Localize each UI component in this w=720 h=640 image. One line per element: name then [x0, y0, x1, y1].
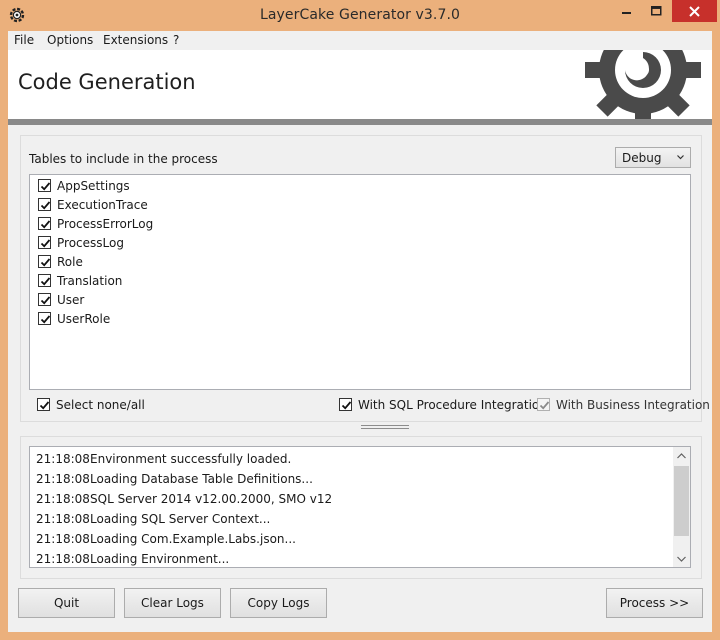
checkmark-icon [40, 182, 51, 191]
chevron-up-icon [677, 452, 686, 458]
log-message: Loading Environment... [90, 552, 230, 566]
tables-list[interactable]: AppSettings ExecutionTrace ProcessErrorL… [29, 174, 691, 390]
table-item-label: AppSettings [57, 178, 130, 193]
title-bar[interactable]: LayerCake Generator v3.7.0 [0, 0, 720, 31]
sql-integration-label: With SQL Procedure Integration [358, 397, 547, 412]
log-scrollbar[interactable] [673, 447, 690, 567]
log-time: 21:18:08 [36, 532, 90, 546]
log-entry: 21:18:08 Loading SQL Server Context... [36, 509, 270, 529]
business-integration-option: With Business Integration [537, 397, 710, 412]
menu-help[interactable]: ? [173, 33, 179, 47]
select-all-label: Select none/all [56, 397, 145, 412]
checkmark-icon [341, 401, 352, 410]
log-entry: 21:18:08 Loading Database Table Definiti… [36, 469, 313, 489]
chevron-down-icon [677, 155, 684, 160]
checkmark-icon [40, 201, 51, 210]
checkmark-icon [40, 258, 51, 267]
checkbox[interactable] [38, 217, 51, 230]
tables-label: Tables to include in the process [29, 152, 218, 166]
close-button[interactable] [672, 0, 717, 22]
table-item-translation[interactable]: Translation [38, 271, 122, 290]
table-item-processlog[interactable]: ProcessLog [38, 233, 124, 252]
checkmark-icon [40, 220, 51, 229]
select-all-checkbox[interactable] [37, 398, 50, 411]
menu-file[interactable]: File [14, 33, 34, 47]
table-item-processerrorlog[interactable]: ProcessErrorLog [38, 214, 153, 233]
minimize-icon [622, 12, 631, 14]
minimize-button[interactable] [612, 0, 642, 22]
log-message: SQL Server 2014 v12.00.2000, SMO v12 [90, 492, 333, 506]
log-entry: 21:18:08 Loading Environment... [36, 549, 230, 567]
table-item-userrole[interactable]: UserRole [38, 309, 110, 328]
log-message: Loading Database Table Definitions... [90, 472, 313, 486]
page-header: Code Generation [8, 50, 712, 119]
table-item-label: Translation [57, 273, 123, 288]
log-time: 21:18:08 [36, 452, 90, 466]
gear-logo-icon [585, 50, 701, 119]
checkbox[interactable] [38, 236, 51, 249]
app-window: LayerCake Generator v3.7.0 File Options … [0, 0, 720, 640]
checkmark-icon [40, 296, 51, 305]
copy-logs-button[interactable]: Copy Logs [230, 588, 327, 618]
checkmark-icon [40, 315, 51, 324]
table-item-label: ProcessErrorLog [57, 216, 154, 231]
select-all-option[interactable]: Select none/all [37, 397, 145, 412]
checkbox[interactable] [38, 274, 51, 287]
table-item-executiontrace[interactable]: ExecutionTrace [38, 195, 148, 214]
log-entry: 21:18:08 SQL Server 2014 v12.00.2000, SM… [36, 489, 332, 509]
menu-options[interactable]: Options [47, 33, 93, 47]
close-icon [689, 5, 700, 17]
table-item-label: UserRole [57, 311, 111, 326]
checkbox[interactable] [38, 293, 51, 306]
checkmark-icon [40, 277, 51, 286]
checkbox[interactable] [38, 312, 51, 325]
checkbox[interactable] [38, 198, 51, 211]
table-item-label: ProcessLog [57, 235, 124, 250]
log-time: 21:18:08 [36, 492, 90, 506]
checkmark-icon [40, 239, 51, 248]
business-integration-checkbox [537, 398, 550, 411]
table-item-role[interactable]: Role [38, 252, 83, 271]
process-button[interactable]: Process >> [606, 588, 703, 618]
table-item-label: User [57, 292, 85, 307]
checkbox[interactable] [38, 179, 51, 192]
page-title: Code Generation [18, 70, 196, 94]
log-message: Loading Com.Example.Labs.json... [90, 532, 296, 546]
table-item-user[interactable]: User [38, 290, 84, 309]
log-time: 21:18:08 [36, 512, 90, 526]
menu-extensions[interactable]: Extensions [103, 33, 168, 47]
menu-bar: File Options Extensions ? [8, 31, 712, 50]
configuration-value: Debug [622, 151, 662, 165]
log-list[interactable]: 21:18:08 Environment successfully loaded… [29, 446, 691, 568]
maximize-icon [650, 6, 661, 16]
sql-integration-option[interactable]: With SQL Procedure Integration [339, 397, 547, 412]
clear-logs-button[interactable]: Clear Logs [124, 588, 221, 618]
scroll-up-button[interactable] [673, 447, 690, 464]
checkmark-icon [539, 401, 550, 410]
log-time: 21:18:08 [36, 552, 90, 566]
quit-button[interactable]: Quit [18, 588, 115, 618]
splitter-handle[interactable] [361, 425, 409, 430]
table-item-appsettings[interactable]: AppSettings [38, 176, 130, 195]
configuration-dropdown[interactable]: Debug [615, 147, 691, 168]
table-item-label: Role [57, 254, 83, 269]
business-integration-label: With Business Integration [556, 397, 710, 412]
maximize-button[interactable] [642, 0, 670, 22]
scroll-thumb[interactable] [674, 466, 689, 536]
log-time: 21:18:08 [36, 472, 90, 486]
log-entry: 21:18:08 Environment successfully loaded… [36, 449, 291, 469]
scroll-down-button[interactable] [673, 550, 690, 567]
checkmark-icon [39, 401, 50, 410]
checkbox[interactable] [38, 255, 51, 268]
table-item-label: ExecutionTrace [57, 197, 148, 212]
chevron-down-icon [677, 556, 686, 562]
log-entry: 21:18:08 Loading Com.Example.Labs.json..… [36, 529, 296, 549]
log-message: Loading SQL Server Context... [90, 512, 271, 526]
log-message: Environment successfully loaded. [90, 452, 292, 466]
sql-integration-checkbox[interactable] [339, 398, 352, 411]
